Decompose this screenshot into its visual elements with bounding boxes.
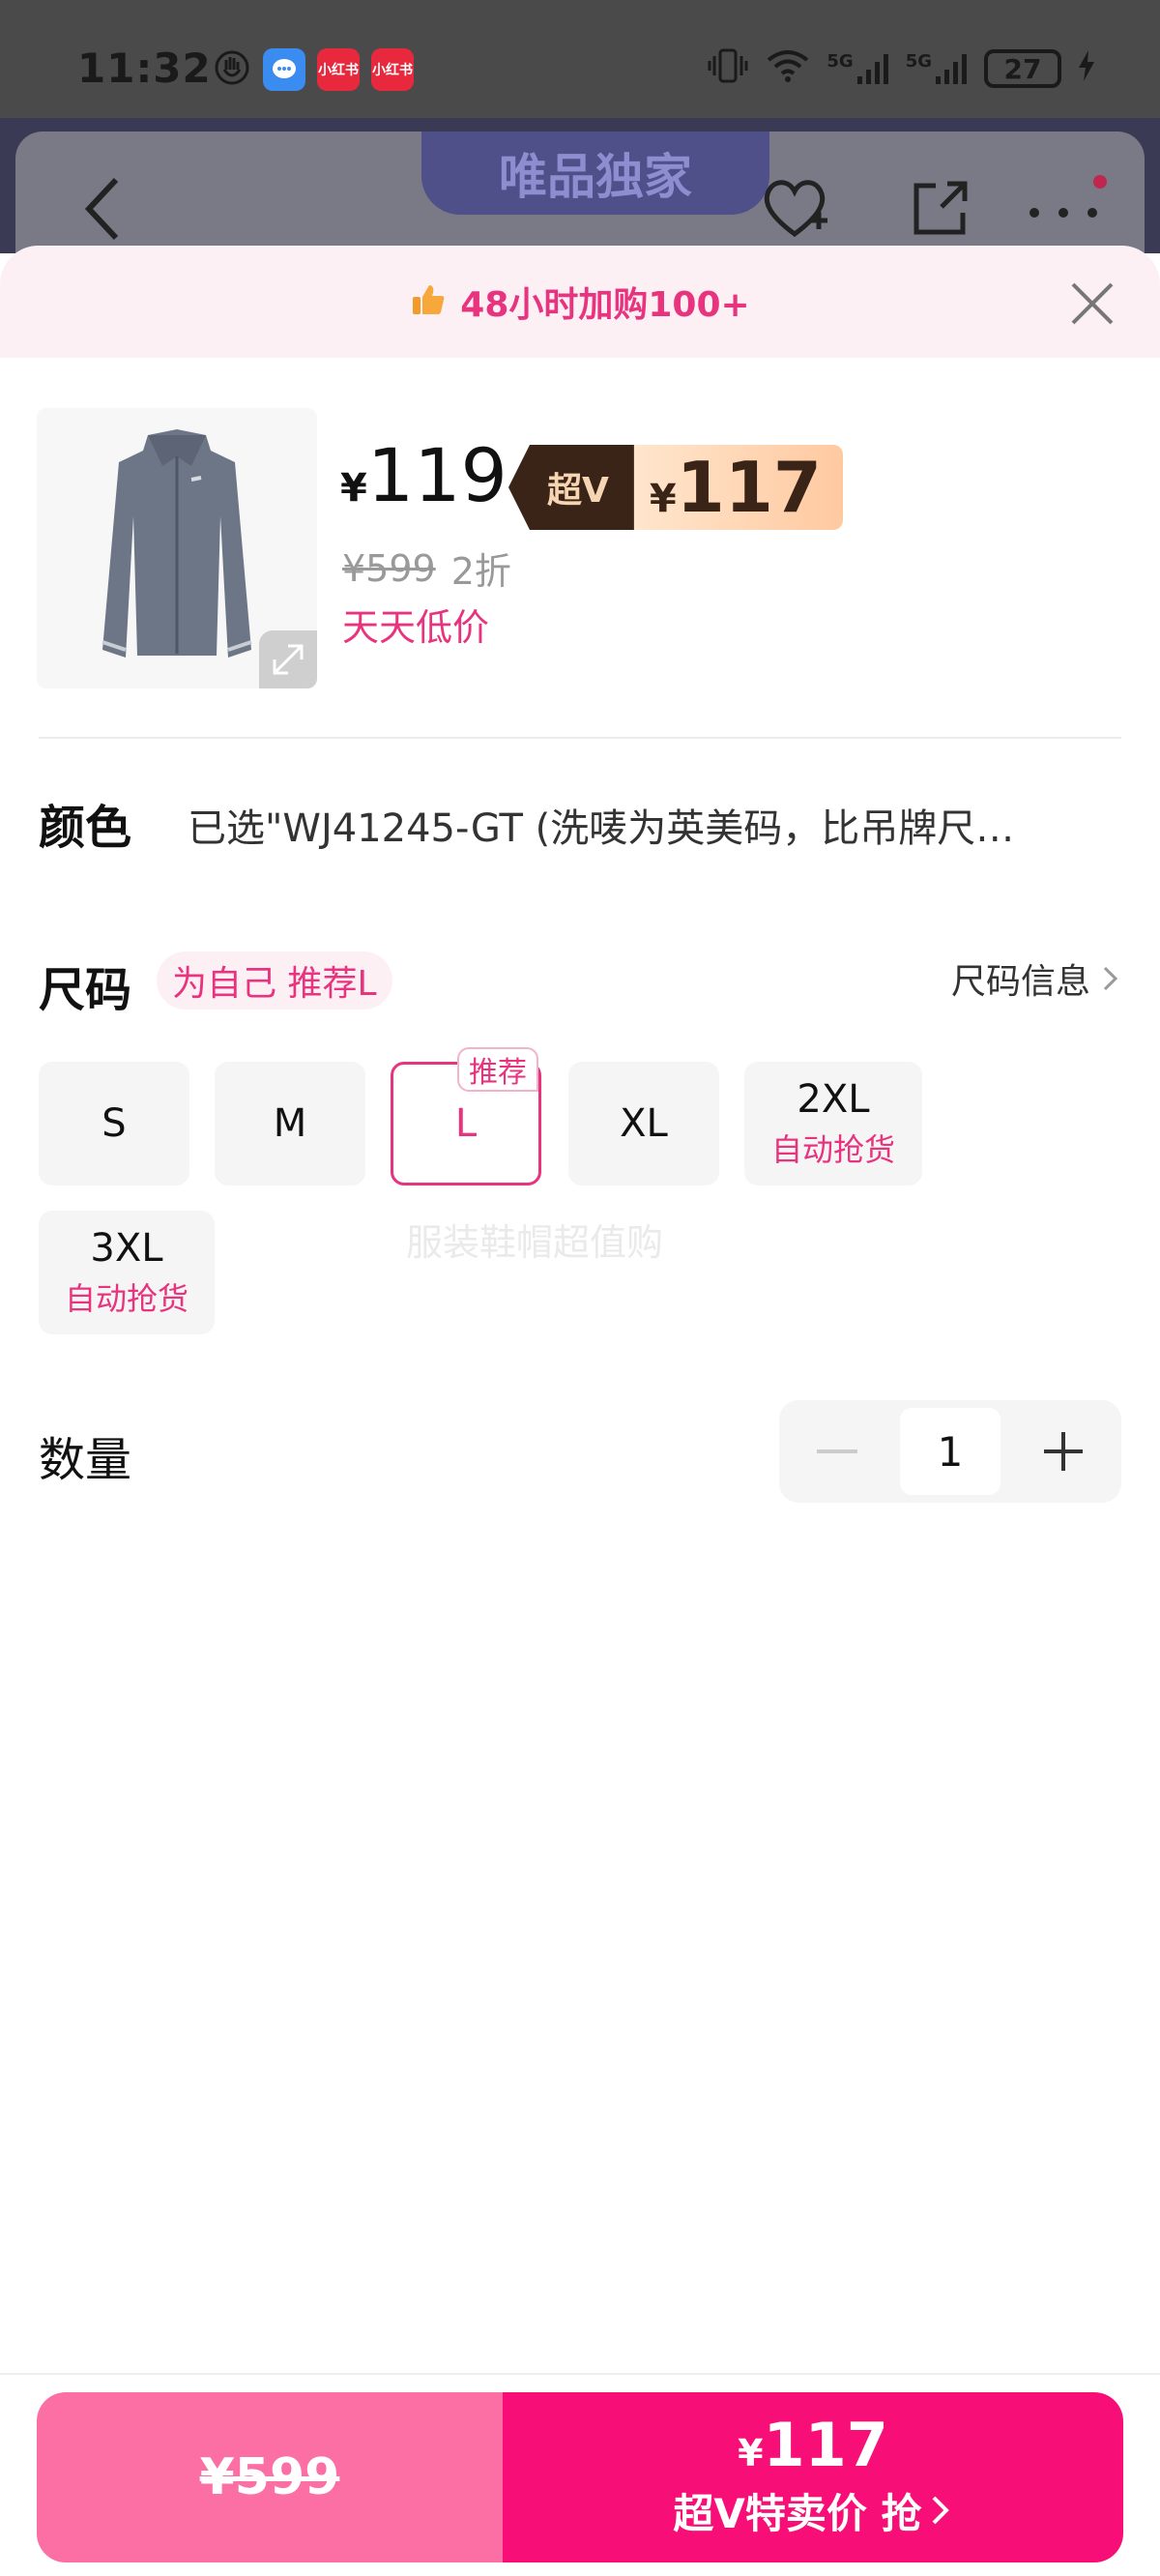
size-option-label: XL (620, 1101, 668, 1146)
size-label: 尺码 (39, 963, 132, 1017)
increase-button[interactable] (1015, 1408, 1112, 1495)
recommended-badge: 推荐 (457, 1047, 538, 1092)
xiaohongshu-app-icon-2: 小红书 (371, 48, 414, 91)
vibrate-icon (707, 46, 749, 91)
signal-icon-2: 5G (906, 51, 969, 86)
size-recommend-tag[interactable]: 为自己 推荐L (157, 951, 392, 1010)
message-app-icon (263, 48, 305, 91)
size-option-s[interactable]: S (39, 1062, 189, 1186)
superv-cta: 超V特卖价 抢 (673, 2481, 952, 2540)
expand-icon (273, 644, 304, 675)
promo-text: 48小时加购100+ (460, 285, 750, 325)
discount-label: 2折 (450, 550, 511, 593)
selected-color[interactable]: 已选"WJ41245-GT (洗唛为英美码，比吊牌尺… (188, 797, 1125, 853)
superv-price-value: 117 (676, 447, 823, 528)
hand-icon (213, 48, 251, 91)
size-option-2xl[interactable]: 2XL 自动抢货 (744, 1062, 922, 1186)
thumbs-up-icon (410, 281, 447, 322)
size-option-label: 2XL (797, 1077, 870, 1122)
quantity-label: 数量 (39, 1433, 132, 1487)
superv-currency: ¥ (649, 477, 677, 521)
watermark: 服装鞋帽超值购 (406, 1221, 664, 1264)
superv-label: 超V (508, 445, 634, 530)
size-info-label: 尺码信息 (950, 962, 1090, 1002)
size-option-label: S (102, 1101, 127, 1146)
exclusive-banner: 唯品独家 (421, 132, 769, 215)
battery-icon: 27 (984, 49, 1061, 88)
size-option-label: L (454, 1101, 478, 1146)
background-header: 唯品独家 (0, 118, 1160, 253)
wifi-icon (765, 46, 811, 91)
size-option-label: 3XL (90, 1226, 163, 1271)
superv-price: ¥ 117 (633, 445, 844, 530)
more-icon[interactable] (1015, 170, 1107, 248)
promo-banner: 48小时加购100+ (0, 246, 1160, 358)
status-time: 11:32 (77, 44, 212, 92)
charging-icon (1077, 48, 1096, 89)
product-image[interactable] (37, 408, 317, 688)
currency-symbol: ¥ (340, 466, 367, 511)
buy-superv-button[interactable]: ¥ 117 超V特卖价 抢 (503, 2392, 1123, 2562)
bottom-action-bar: ¥599 ¥ 117 超V特卖价 抢 (0, 2373, 1160, 2576)
chevron-right-icon (1103, 966, 1118, 991)
button-price-value: 117 (763, 2409, 888, 2480)
expand-image-button[interactable] (259, 630, 317, 688)
auto-restock-label: 自动抢货 (770, 1131, 895, 1168)
share-icon[interactable] (901, 170, 978, 248)
superv-price-tag: 超V ¥ 117 (508, 445, 844, 530)
background-card: 唯品独家 (15, 132, 1145, 253)
minus-icon (817, 1449, 857, 1453)
daily-low-price-label: 天天低价 (342, 606, 490, 649)
original-price-button[interactable]: ¥599 (37, 2392, 503, 2562)
sku-bottom-sheet: 48小时加购100+ ¥ 119 超V ¥ 117 ¥599 2折 天天低价 颜… (0, 246, 1160, 2576)
product-sku-screen: 11:32 小红书 小红书 5G 5G 27 唯品独家 48小时加购100+ ¥… (0, 0, 1160, 2576)
status-bar: 11:32 小红书 小红书 5G 5G 27 (0, 0, 1160, 118)
size-option-m[interactable]: M (215, 1062, 365, 1186)
chevron-right-icon (932, 2496, 949, 2525)
decrease-button[interactable] (789, 1408, 885, 1495)
original-price-label: ¥599 (199, 2448, 340, 2506)
color-label: 颜色 (39, 801, 132, 855)
quantity-value[interactable]: 1 (900, 1408, 1000, 1495)
quantity-stepper: 1 (779, 1400, 1121, 1503)
auto-restock-label: 自动抢货 (64, 1280, 188, 1317)
plus-icon (1044, 1432, 1083, 1471)
system-icons: 5G 5G 27 (707, 46, 1096, 91)
back-icon[interactable] (73, 170, 151, 248)
favorite-add-icon[interactable] (756, 170, 833, 248)
current-price: ¥ 119 (340, 439, 508, 512)
close-icon[interactable] (1067, 278, 1117, 329)
signal-icon: 5G (826, 51, 889, 86)
divider (39, 737, 1121, 739)
button-currency: ¥ (738, 2431, 764, 2474)
xiaohongshu-app-icon: 小红书 (317, 48, 360, 91)
signal-5g-label: 5G (826, 51, 854, 72)
size-option-xl[interactable]: XL (568, 1062, 719, 1186)
size-option-label: M (273, 1101, 307, 1146)
superv-button-price: ¥ 117 (738, 2415, 888, 2475)
cta-label: 超V特卖价 抢 (673, 2489, 922, 2537)
size-option-3xl[interactable]: 3XL 自动抢货 (39, 1211, 215, 1334)
original-price: ¥599 (342, 546, 436, 590)
original-price-row: ¥599 2折 (342, 542, 511, 595)
size-option-l[interactable]: L 推荐 (391, 1047, 541, 1186)
notification-icons: 小红书 小红书 (213, 48, 414, 91)
signal-5g-label-2: 5G (905, 51, 932, 72)
size-info-link[interactable]: 尺码信息 (951, 953, 1121, 1004)
price-value: 119 (366, 432, 508, 518)
